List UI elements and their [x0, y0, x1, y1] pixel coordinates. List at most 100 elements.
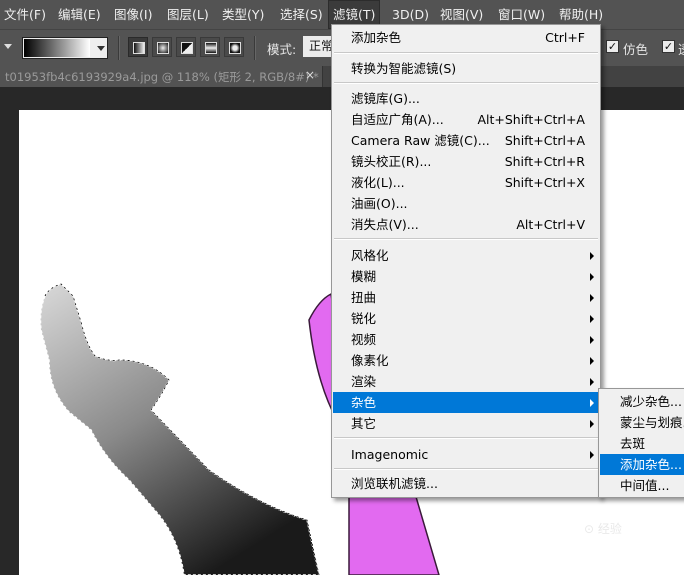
filter-menu-stylize[interactable]: 风格化: [333, 245, 599, 266]
menu-item-shortcut: Alt+Shift+Ctrl+A: [477, 112, 585, 127]
filter-menu-gallery[interactable]: 滤镜库(G)...: [333, 88, 599, 109]
close-icon[interactable]: ×: [305, 68, 315, 82]
menu-item-label: 其它: [351, 416, 377, 431]
menu-item-shortcut: Shift+Ctrl+A: [504, 133, 585, 148]
menu-item-label: 去斑: [620, 436, 646, 451]
menu-item-label: 风格化: [351, 248, 389, 263]
menu-layer[interactable]: 图层(L): [163, 0, 213, 29]
diamond-gradient-button[interactable]: [224, 37, 244, 57]
filter-menu-convert-smart[interactable]: 转换为智能滤镜(S): [333, 58, 599, 79]
noise-menu-reduce-noise[interactable]: 减少杂色...: [600, 391, 684, 412]
filter-menu-oil-paint[interactable]: 油画(O)...: [333, 193, 599, 214]
menu-item-label: 中间值...: [620, 478, 670, 493]
submenu-arrow-icon: [590, 252, 594, 260]
noise-menu-median[interactable]: 中间值...: [600, 475, 684, 496]
menu-type[interactable]: 类型(Y): [218, 0, 268, 29]
filter-menu: 添加杂色 Ctrl+F 转换为智能滤镜(S) 滤镜库(G)... 自适应广角(A…: [331, 24, 601, 498]
menu-item-label: 浏览联机滤镜...: [351, 476, 438, 491]
menu-item-label: 锐化: [351, 311, 377, 326]
submenu-arrow-icon: [590, 420, 594, 428]
menu-edit[interactable]: 编辑(E): [54, 0, 105, 29]
submenu-arrow-icon: [590, 378, 594, 386]
submenu-arrow-icon: [590, 273, 594, 281]
filter-menu-last-filter[interactable]: 添加杂色 Ctrl+F: [333, 27, 599, 48]
tool-preset-chevron-icon[interactable]: [4, 44, 12, 49]
linear-gradient-button[interactable]: [128, 37, 148, 57]
menu-item-shortcut: Shift+Ctrl+X: [504, 175, 585, 190]
filter-menu-video[interactable]: 视频: [333, 329, 599, 350]
menu-item-label: 添加杂色: [351, 30, 402, 45]
filter-menu-other[interactable]: 其它: [333, 413, 599, 434]
menu-file[interactable]: 文件(F): [0, 0, 50, 29]
menu-separator: [334, 52, 598, 54]
filter-menu-imagenomic[interactable]: Imagenomic: [333, 444, 599, 465]
watermark: ⊙ 经验: [584, 522, 622, 536]
menu-item-label: 杂色: [351, 395, 377, 410]
menu-item-shortcut: Shift+Ctrl+R: [504, 154, 585, 169]
menu-item-label: 模糊: [351, 269, 377, 284]
filter-menu-browse-online[interactable]: 浏览联机滤镜...: [333, 473, 599, 494]
submenu-arrow-icon: [590, 357, 594, 365]
menu-item-label: Imagenomic: [351, 447, 429, 462]
submenu-arrow-icon: [590, 294, 594, 302]
radial-gradient-button[interactable]: [152, 37, 172, 57]
document-tab[interactable]: t01953fb4c6193929a4.jpg @ 118% (矩形 2, RG…: [0, 66, 323, 87]
mode-label: 模式:: [267, 42, 297, 57]
document-tab-title: t01953fb4c6193929a4.jpg @ 118% (矩形 2, RG…: [5, 70, 319, 84]
menu-item-label: 油画(O)...: [351, 196, 408, 211]
menu-separator: [334, 437, 598, 439]
menu-separator: [334, 82, 598, 84]
noise-menu-add-noise[interactable]: 添加杂色...: [600, 454, 684, 475]
filter-menu-distort[interactable]: 扭曲: [333, 287, 599, 308]
filter-menu-pixelate[interactable]: 像素化: [333, 350, 599, 371]
filter-menu-sharpen[interactable]: 锐化: [333, 308, 599, 329]
radial-gradient-icon: [157, 42, 169, 54]
transparency-label: 透: [678, 39, 684, 58]
gradient-picker[interactable]: [22, 37, 108, 59]
filter-menu-camera-raw[interactable]: Camera Raw 滤镜(C)... Shift+Ctrl+A: [333, 130, 599, 151]
noise-menu-dust-scratches[interactable]: 蒙尘与划痕...: [600, 412, 684, 433]
submenu-arrow-icon: [590, 336, 594, 344]
gradient-swatch[interactable]: [24, 39, 90, 57]
submenu-arrow-icon: [590, 399, 594, 407]
linear-gradient-icon: [133, 42, 145, 54]
filter-menu-blur[interactable]: 模糊: [333, 266, 599, 287]
reflected-gradient-button[interactable]: [200, 37, 220, 57]
chevron-down-icon[interactable]: [97, 46, 105, 51]
menu-item-label: 自适应广角(A)...: [351, 112, 444, 127]
filter-menu-lens-correction[interactable]: 镜头校正(R)... Shift+Ctrl+R: [333, 151, 599, 172]
dither-checkbox[interactable]: ✓: [606, 40, 619, 53]
menu-separator: [334, 468, 598, 470]
divider: [254, 36, 256, 60]
filter-menu-adaptive-wide-angle[interactable]: 自适应广角(A)... Alt+Shift+Ctrl+A: [333, 109, 599, 130]
filter-menu-noise[interactable]: 杂色: [333, 392, 599, 413]
angle-gradient-icon: [181, 42, 193, 54]
reflected-gradient-icon: [205, 42, 217, 54]
menu-item-label: 镜头校正(R)...: [351, 154, 432, 169]
menu-item-label: Camera Raw 滤镜(C)...: [351, 133, 490, 148]
menu-separator: [334, 238, 598, 240]
menu-item-label: 视频: [351, 332, 377, 347]
menu-item-label: 蒙尘与划痕...: [620, 415, 684, 430]
submenu-arrow-icon: [590, 451, 594, 459]
diamond-gradient-icon: [229, 42, 241, 54]
filter-menu-render[interactable]: 渲染: [333, 371, 599, 392]
filter-menu-liquify[interactable]: 液化(L)... Shift+Ctrl+X: [333, 172, 599, 193]
filter-menu-vanishing-point[interactable]: 消失点(V)... Alt+Ctrl+V: [333, 214, 599, 235]
transparency-checkbox[interactable]: ✓: [662, 40, 675, 53]
mode-select[interactable]: 正常: [303, 36, 333, 57]
dither-label: 仿色: [623, 42, 649, 57]
menu-item-label: 像素化: [351, 353, 389, 368]
noise-menu-despeckle[interactable]: 去斑: [600, 433, 684, 454]
menu-item-label: 减少杂色...: [620, 394, 682, 409]
menu-item-label: 液化(L)...: [351, 175, 405, 190]
menu-item-shortcut: Alt+Ctrl+V: [516, 217, 585, 232]
menu-item-label: 渲染: [351, 374, 377, 389]
angle-gradient-button[interactable]: [176, 37, 196, 57]
noise-submenu: 减少杂色... 蒙尘与划痕... 去斑 添加杂色... 中间值...: [598, 388, 684, 498]
menu-item-label: 滤镜库(G)...: [351, 91, 420, 106]
menu-image[interactable]: 图像(I): [110, 0, 156, 29]
menu-select[interactable]: 选择(S): [276, 0, 327, 29]
divider: [118, 36, 120, 60]
menu-item-label: 添加杂色...: [620, 457, 682, 472]
